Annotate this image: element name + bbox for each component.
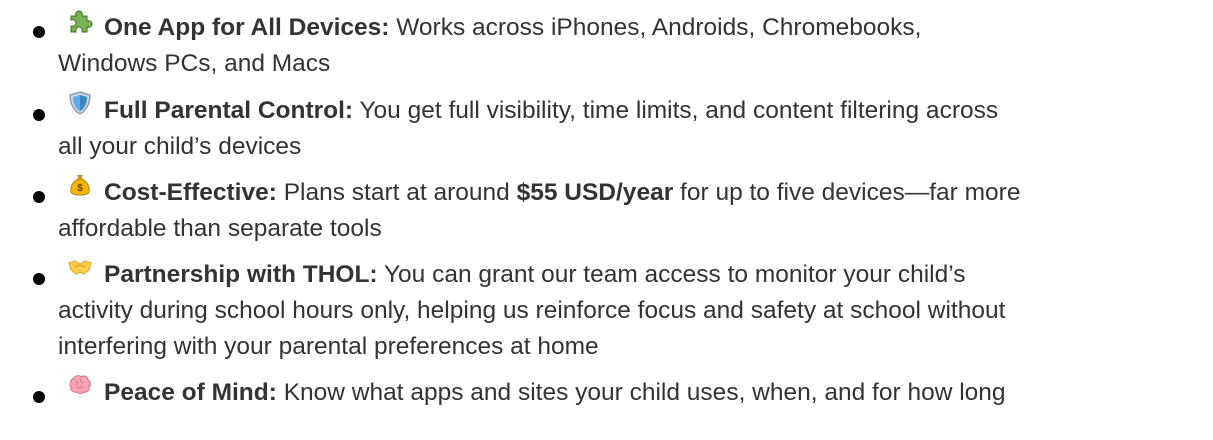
item-text: Plans start at around <box>276 179 517 206</box>
bullet <box>33 26 45 38</box>
item-text: interfering with your parental preferenc… <box>58 333 599 360</box>
item-text: Works across iPhones, Androids, Chromebo… <box>389 14 922 41</box>
item-title: Partnership with THOL: <box>104 261 378 288</box>
money-bag-icon: $ <box>68 175 92 203</box>
item-text: Windows PCs, and Macs <box>58 50 331 77</box>
bullet <box>33 391 45 403</box>
item-text: You can grant our team access to monitor… <box>377 261 966 288</box>
handshake-icon <box>68 260 92 285</box>
item-title: Peace of Mind: <box>104 379 277 406</box>
item-text: all your child’s devices <box>58 133 302 160</box>
item-text: activity during school hours only, helpi… <box>58 297 1006 324</box>
item-title: Full Parental Control: <box>104 97 354 124</box>
bullet <box>33 191 45 203</box>
price-highlight: $55 USD/year <box>516 179 674 206</box>
item-text: for up to five devices—far more <box>673 179 1021 206</box>
item-title: Cost-Effective: <box>104 179 277 206</box>
bullet <box>33 109 45 121</box>
svg-text:$: $ <box>77 183 83 194</box>
item-text: affordable than separate tools <box>58 215 382 242</box>
feature-list: One App for All Devices: Works across iP… <box>0 0 1213 440</box>
puzzle-piece-icon <box>68 10 93 38</box>
shield-icon <box>68 91 92 121</box>
brain-icon <box>68 375 92 403</box>
item-text: You get full visibility, time limits, an… <box>353 97 999 124</box>
item-title: One App for All Devices: <box>104 14 390 41</box>
bullet <box>33 273 45 285</box>
item-text: Know what apps and sites your child uses… <box>276 379 1006 406</box>
